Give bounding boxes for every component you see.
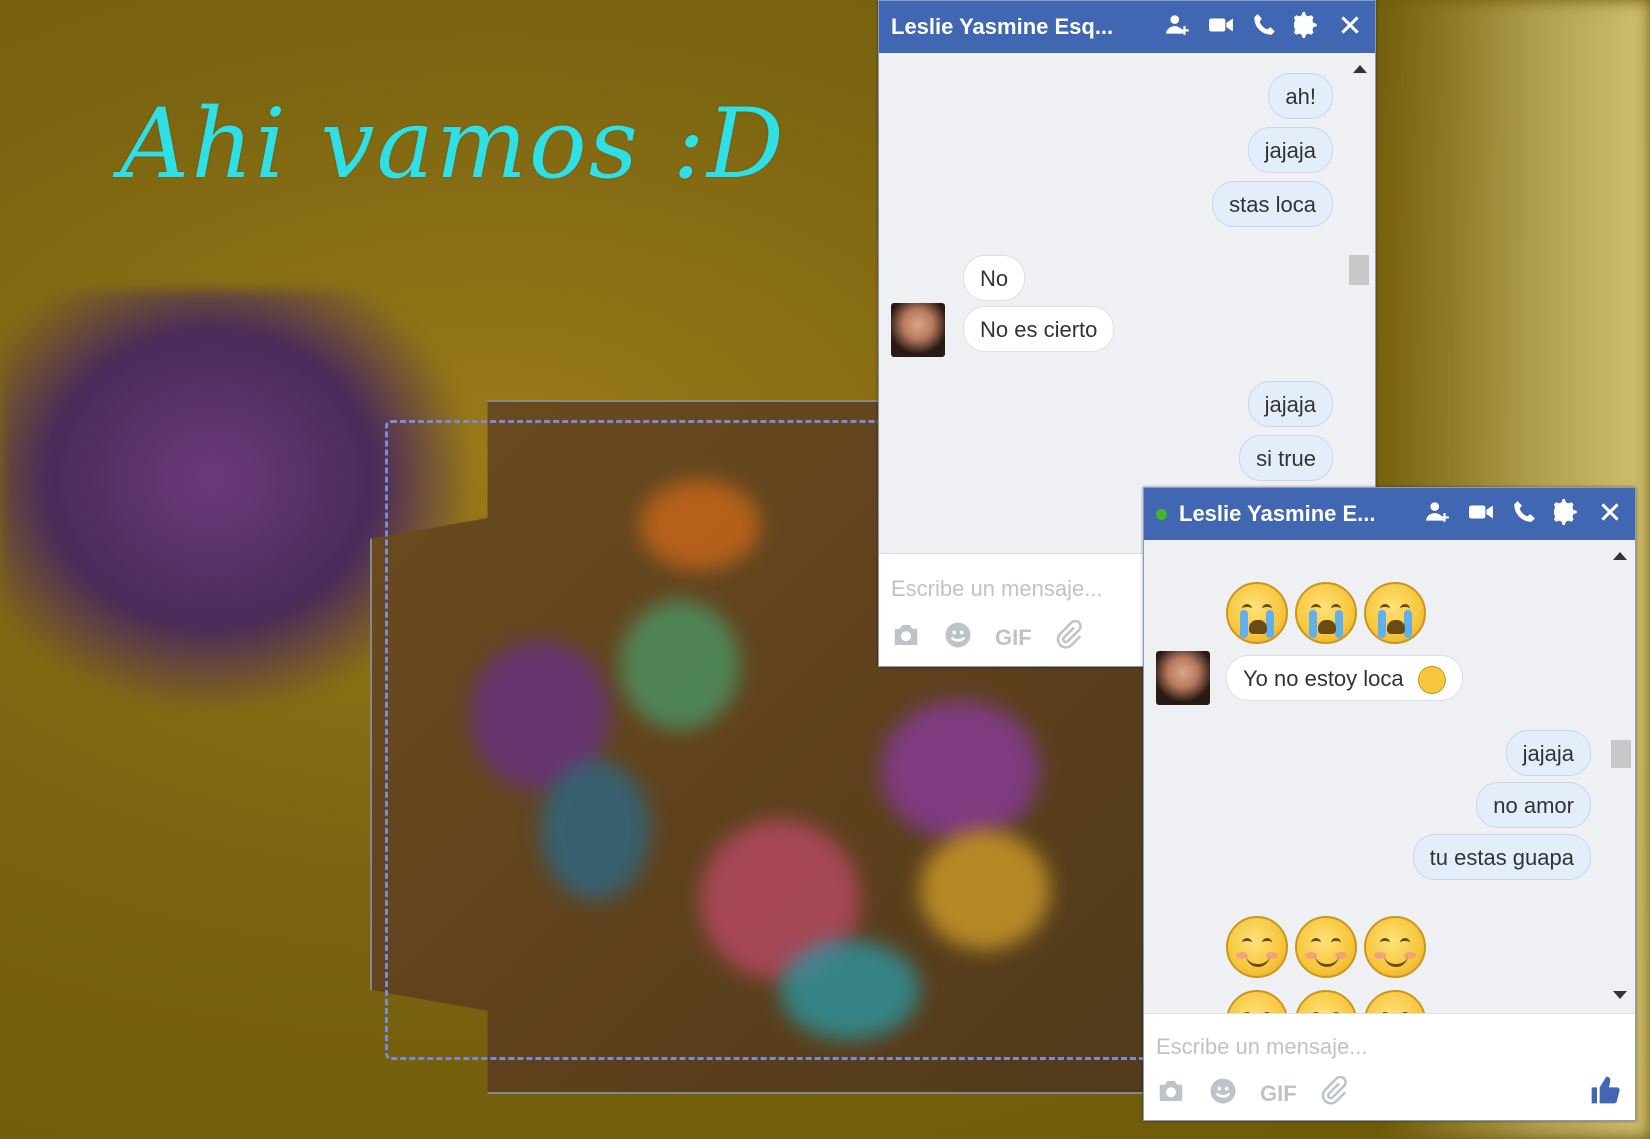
message-bubble: No <box>963 255 1026 301</box>
avatar[interactable] <box>1156 651 1210 705</box>
message-list[interactable]: ah! jajaja stas loca No No es cierto jaj… <box>879 53 1375 552</box>
thumbs-up-icon[interactable] <box>1589 1074 1621 1111</box>
smiling-emoji <box>1364 916 1426 978</box>
emoji-icon[interactable] <box>943 620 973 655</box>
crying-emoji <box>1364 582 1426 644</box>
close-icon[interactable] <box>1337 12 1363 43</box>
smiling-emoji <box>1226 916 1288 978</box>
background-blob <box>620 600 740 730</box>
attachment-icon[interactable] <box>1319 1075 1349 1111</box>
add-person-icon[interactable] <box>1425 499 1451 530</box>
attachment-icon[interactable] <box>1054 619 1084 655</box>
message-bubble: jajaja <box>1247 381 1333 427</box>
phone-icon[interactable] <box>1251 12 1277 43</box>
avatar[interactable] <box>891 303 945 357</box>
message-input[interactable]: Escribe un mensaje... <box>1156 1034 1368 1060</box>
camera-icon[interactable] <box>891 620 921 655</box>
online-status-dot <box>1156 508 1167 520</box>
message-list[interactable]: Yo no estoy loca jajaja no amor tu estas… <box>1144 540 1635 1013</box>
gif-button[interactable]: GIF <box>1260 1081 1297 1107</box>
composer: Escribe un mensaje... GIF <box>1144 1013 1635 1120</box>
close-icon[interactable] <box>1597 499 1623 530</box>
gear-icon[interactable] <box>1290 11 1320 43</box>
chat-header[interactable]: Leslie Yasmine Esq... <box>879 1 1375 53</box>
message-bubble: Yo no estoy loca <box>1226 655 1463 701</box>
crying-emoji-inline <box>1417 666 1446 695</box>
gif-button[interactable]: GIF <box>995 625 1032 651</box>
camera-icon[interactable] <box>1156 1076 1186 1111</box>
video-call-icon[interactable] <box>1208 12 1234 43</box>
emoji-icon[interactable] <box>1208 1076 1238 1111</box>
message-bubble: no amor <box>1476 782 1591 828</box>
smiling-emoji <box>1226 990 1288 1013</box>
smiling-emoji <box>1295 916 1357 978</box>
background-blob <box>920 830 1050 950</box>
chat-title[interactable]: Leslie Yasmine E... <box>1179 501 1425 527</box>
smiling-emoji <box>1364 990 1426 1013</box>
background-blob <box>640 480 760 570</box>
message-bubble: si true <box>1239 435 1333 481</box>
scroll-up-arrow[interactable] <box>1613 552 1627 560</box>
background-blob <box>780 940 920 1040</box>
message-input[interactable]: Escribe un mensaje... <box>891 576 1103 602</box>
scrollbar-thumb[interactable] <box>1611 740 1631 768</box>
message-bubble: jajaja <box>1247 127 1333 173</box>
scroll-up-arrow[interactable] <box>1353 65 1367 73</box>
message-bubble: No es cierto <box>963 306 1115 352</box>
add-person-icon[interactable] <box>1165 12 1191 43</box>
message-bubble: ah! <box>1268 73 1333 119</box>
crying-emoji <box>1226 582 1288 644</box>
crying-emoji <box>1295 582 1357 644</box>
headline-text: Ahi vamos :D <box>120 88 786 200</box>
phone-icon[interactable] <box>1511 499 1537 530</box>
message-bubble: tu estas guapa <box>1412 834 1591 880</box>
video-call-icon[interactable] <box>1468 499 1494 530</box>
smiling-emoji <box>1295 990 1357 1013</box>
gear-icon[interactable] <box>1550 498 1580 530</box>
chat-header[interactable]: Leslie Yasmine E... <box>1144 488 1635 540</box>
chat-window-front: Leslie Yasmine E... Yo no estoy loca jaj… <box>1143 487 1636 1121</box>
scroll-down-arrow[interactable] <box>1613 991 1627 999</box>
chat-title[interactable]: Leslie Yasmine Esq... <box>891 14 1165 40</box>
background-blob <box>880 700 1040 840</box>
message-bubble: jajaja <box>1505 730 1591 776</box>
scrollbar-thumb[interactable] <box>1349 255 1369 285</box>
message-bubble: stas loca <box>1212 181 1333 227</box>
background-blob <box>540 760 650 900</box>
